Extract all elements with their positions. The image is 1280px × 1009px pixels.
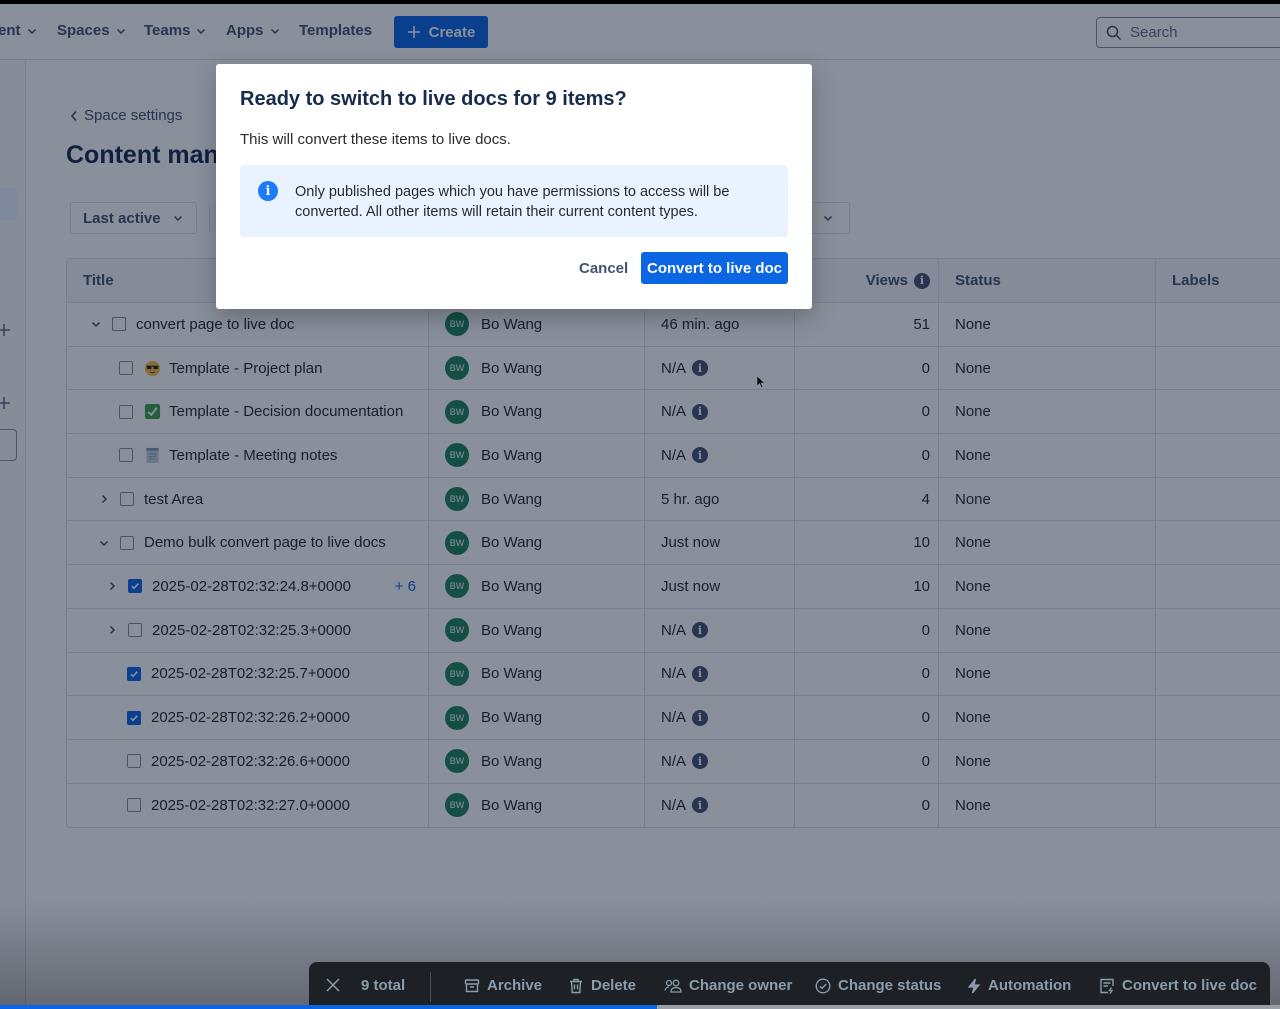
dialog-title: Ready to switch to live docs for 9 items… xyxy=(240,88,627,110)
change-status-button[interactable]: Change status xyxy=(815,977,941,994)
archive-button[interactable]: Archive xyxy=(464,977,542,994)
live-doc-icon xyxy=(1100,978,1114,994)
selection-count-label: 9 total xyxy=(361,977,406,994)
convert-to-live-doc-button[interactable]: Convert to live doc xyxy=(641,252,788,284)
dialog-description: This will convert these items to live do… xyxy=(240,131,511,148)
video-progress-bar[interactable] xyxy=(0,1005,1280,1009)
clear-selection-button[interactable] xyxy=(326,978,340,992)
video-progress-fill xyxy=(0,1005,657,1009)
change-owner-button[interactable]: Change owner xyxy=(664,977,792,994)
bulk-action-bar: 9 total Archive Delete Change owner Chan… xyxy=(309,962,1270,1009)
convert-to-live-doc-label: Convert to live doc xyxy=(1122,977,1258,994)
check-circle-icon xyxy=(815,977,831,994)
cancel-button[interactable]: Cancel xyxy=(569,252,638,284)
info-message-text: Only published pages which you have perm… xyxy=(295,184,730,220)
info-section-message: i Only published pages which you have pe… xyxy=(240,165,788,237)
delete-label: Delete xyxy=(591,977,637,994)
convert-to-live-doc-bulk-button[interactable]: Convert to live doc xyxy=(1099,977,1257,994)
change-status-label: Change status xyxy=(838,977,942,994)
close-icon xyxy=(326,978,340,992)
change-owner-label: Change owner xyxy=(689,977,793,994)
convert-confirm-dialog: Ready to switch to live docs for 9 items… xyxy=(216,64,812,309)
archive-label: Archive xyxy=(487,977,543,994)
selection-count: 9 total xyxy=(361,977,405,994)
trash-icon xyxy=(570,978,582,993)
automation-label: Automation xyxy=(988,977,1072,994)
bulkbar-divider xyxy=(430,972,431,1002)
delete-button[interactable]: Delete xyxy=(568,977,636,994)
info-icon: i xyxy=(258,181,278,201)
automation-button[interactable]: Automation xyxy=(967,977,1071,994)
lightning-icon xyxy=(967,978,981,993)
people-icon xyxy=(664,979,682,993)
archive-icon xyxy=(464,978,480,992)
